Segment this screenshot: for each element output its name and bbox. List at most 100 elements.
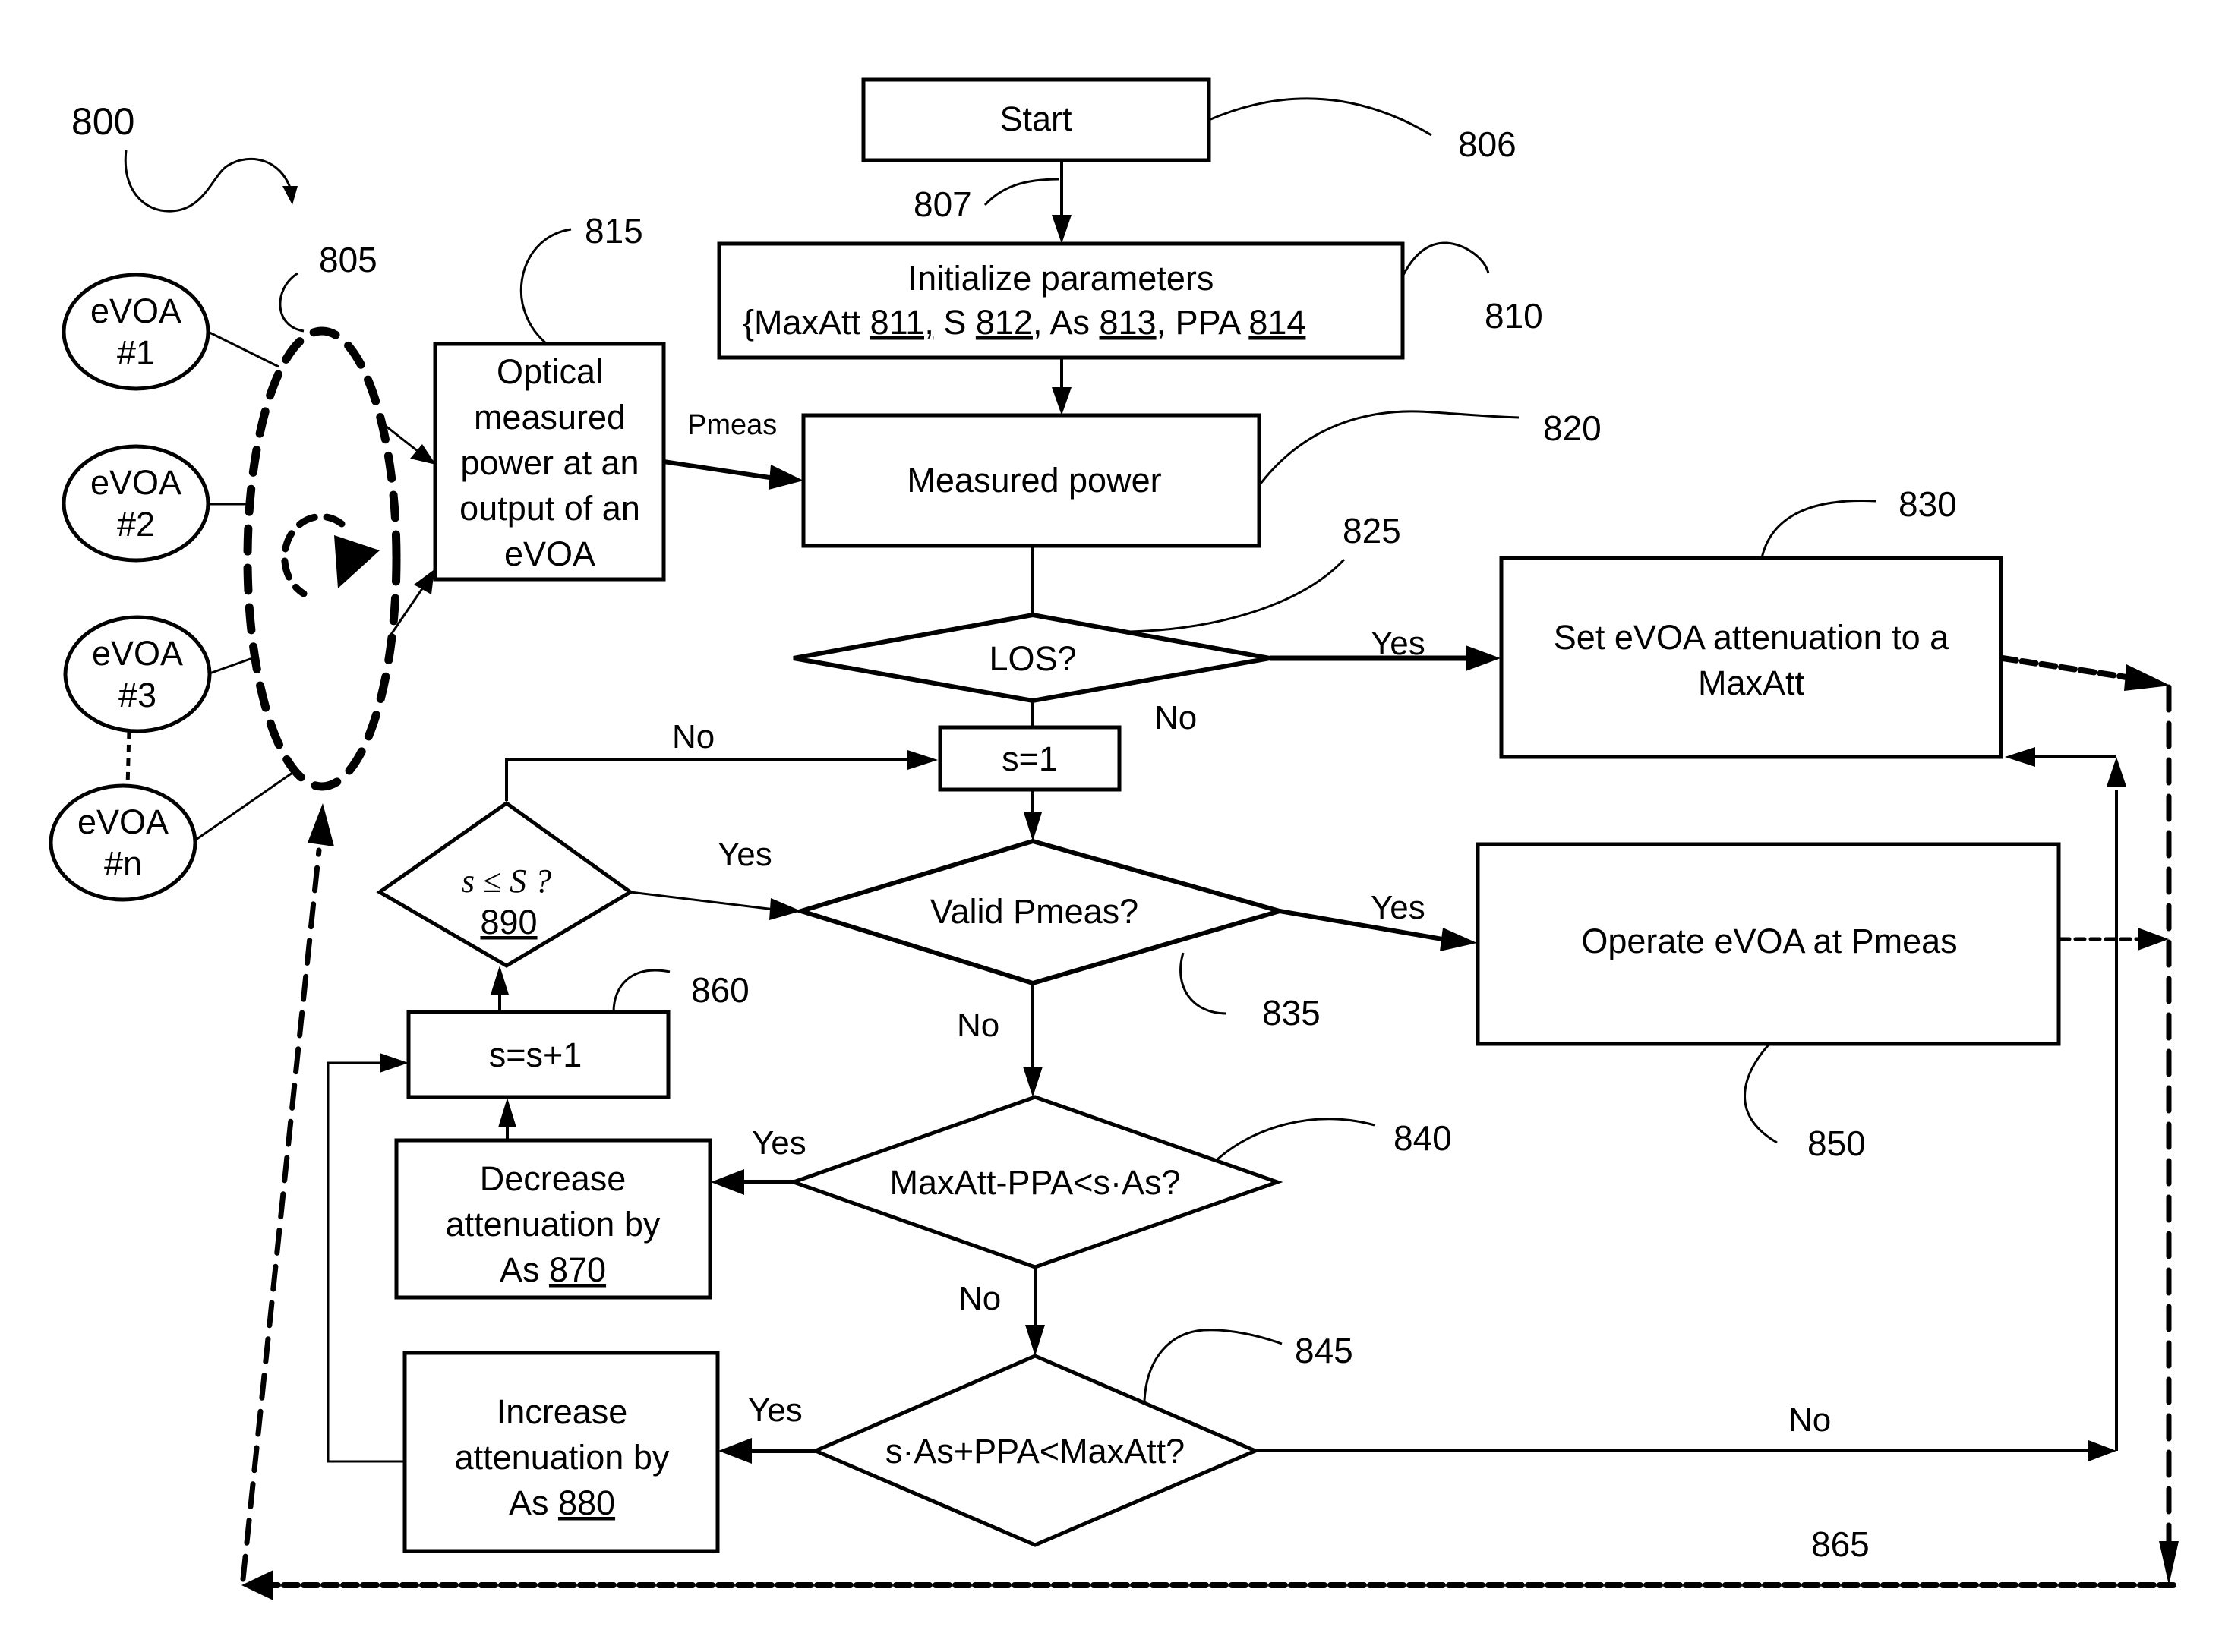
ref-880: 880 — [558, 1483, 615, 1522]
arrowhead-icon — [1052, 215, 1072, 244]
set-max-attenuation-box: Set eVOA attenuation to a MaxAtt — [1499, 556, 2003, 759]
los-decision: LOS? — [793, 612, 1270, 704]
valid-pmeas-label: Valid Pmeas? — [930, 892, 1138, 931]
ref-815: 815 — [585, 211, 643, 251]
check-decrease-yes-label: Yes — [752, 1124, 806, 1162]
arrowhead-icon — [1025, 1325, 1045, 1356]
loop-check-decision: s ≤ S ? 890 — [376, 800, 634, 968]
arrowhead-icon — [2124, 664, 2170, 691]
optical-line-5: eVOA — [504, 534, 595, 573]
valid-no-label: No — [957, 1007, 999, 1044]
arrowhead-icon — [711, 1169, 744, 1195]
start-box: Start — [861, 77, 1211, 162]
arrowhead-icon — [1052, 387, 1072, 415]
ref-845-leader — [1143, 1329, 1283, 1401]
evoa-n-name: eVOA — [77, 802, 169, 841]
init-line-2: {MaxAtt 811, S 812, As 813, PPA 814 — [743, 303, 1305, 342]
figure-ref-800: 800 — [71, 100, 134, 143]
selector-rotation-arrowhead-icon — [334, 535, 380, 588]
ref-825-leader — [1130, 558, 1346, 633]
check-decrease-label: MaxAtt-PPA<s·As? — [889, 1163, 1180, 1202]
evoa-2: eVOA #2 — [62, 444, 210, 563]
decrease-line-2: attenuation by — [446, 1205, 661, 1244]
ref-806: 806 — [1458, 125, 1517, 164]
loop-check-no-line — [505, 758, 911, 801]
ref-830-leader — [1760, 500, 1876, 559]
evoa-n-link — [195, 771, 293, 841]
arrowhead-icon — [491, 966, 509, 995]
ref-807: 807 — [914, 184, 972, 224]
s-increment-box: s=s+1 — [406, 1010, 671, 1099]
ref-813: 813 — [1100, 303, 1157, 342]
ref-811: 811, — [870, 303, 934, 342]
arrowhead-icon — [2138, 928, 2169, 951]
optical-line-3: power at an — [460, 443, 639, 482]
init-prefix: {MaxAtt — [743, 303, 870, 342]
ref-825: 825 — [1343, 511, 1401, 550]
evoa-ellipsis-connector — [125, 730, 131, 787]
optical-line-2: measured — [474, 398, 626, 437]
evoa-2-number: #2 — [117, 505, 155, 544]
ref-835-leader — [1179, 952, 1227, 1015]
evoa-3-link — [209, 656, 255, 675]
figure-ref-squiggle — [124, 150, 292, 213]
ref-815-leader — [519, 228, 572, 345]
arrowhead-icon — [718, 1438, 752, 1464]
initialize-parameters-box: Initialize parameters {MaxAtt 811, S 812… — [717, 241, 1405, 360]
arrowhead-icon — [1023, 1067, 1043, 1097]
evoa-n-number: #n — [104, 844, 142, 883]
arrowhead-icon — [769, 898, 801, 920]
arrowhead-icon — [2107, 757, 2126, 787]
init-line-1: Initialize parameters — [908, 259, 1214, 298]
ref-805-leader — [279, 272, 305, 333]
arrowhead-icon — [414, 569, 434, 594]
optical-line-4: output of an — [459, 489, 640, 528]
init-param-ppa: , PPA — [1157, 303, 1249, 342]
evoa-3: eVOA #3 — [63, 615, 212, 733]
decrease-line-1: Decrease — [480, 1159, 627, 1198]
pmeas-label: Pmeas — [687, 409, 777, 441]
check-increase-yes-label: Yes — [748, 1392, 803, 1429]
check-increase-no-label: No — [1788, 1401, 1831, 1439]
decrease-line-3: As 870 — [500, 1250, 606, 1289]
arrowhead-icon — [2159, 1541, 2179, 1585]
ref-814: 814 — [1248, 303, 1305, 342]
ref-860: 860 — [691, 970, 750, 1010]
s-init-label: s=1 — [1002, 739, 1058, 778]
optical-line-1: Optical — [497, 352, 603, 391]
selector-rotation-circle — [281, 512, 346, 597]
los-no-label: No — [1154, 699, 1197, 736]
s-increment-label: s=s+1 — [489, 1036, 582, 1074]
ref-810: 810 — [1485, 296, 1543, 336]
evoa-1-name: eVOA — [90, 292, 181, 330]
arrowhead-icon — [2088, 1440, 2116, 1461]
optical-measured-power-box: Optical measured power at an output of a… — [433, 342, 666, 582]
loop-check-yes-label: Yes — [718, 836, 772, 873]
check-decrease-no-label: No — [958, 1280, 1001, 1317]
increase-line-3: As 880 — [509, 1483, 615, 1522]
arrowhead-icon — [1440, 928, 1477, 951]
ref-835: 835 — [1262, 993, 1321, 1032]
arrowhead-icon — [1024, 812, 1042, 841]
ref-890: 890 — [480, 903, 537, 941]
measured-power-box: Measured power — [801, 413, 1261, 548]
ref-850-leader — [1744, 1043, 1778, 1144]
set-max-line-1: Set eVOA attenuation to a — [1554, 618, 1949, 657]
ref-870: 870 — [549, 1250, 606, 1289]
set-max-line-2: MaxAtt — [1698, 664, 1805, 702]
ref-806-leader — [1208, 97, 1432, 137]
arrowhead-icon — [380, 1053, 409, 1073]
check-increase-label: s·As+PPA<MaxAtt? — [885, 1432, 1185, 1471]
init-param-s: S — [934, 303, 976, 342]
evoa-1-link — [207, 330, 279, 368]
ref-865: 865 — [1811, 1524, 1870, 1564]
evoa-n: eVOA #n — [49, 783, 197, 902]
evoa-1: eVOA #1 — [62, 273, 210, 391]
ref-830: 830 — [1898, 484, 1957, 524]
squiggle-arrowhead-icon — [282, 186, 298, 205]
increase-as: As — [509, 1483, 558, 1522]
check-decrease-decision: MaxAtt-PPA<s·As? — [787, 1095, 1283, 1269]
operate-label: Operate eVOA at Pmeas — [1581, 922, 1957, 960]
los-label: LOS? — [989, 639, 1076, 678]
ref-850: 850 — [1807, 1124, 1866, 1163]
